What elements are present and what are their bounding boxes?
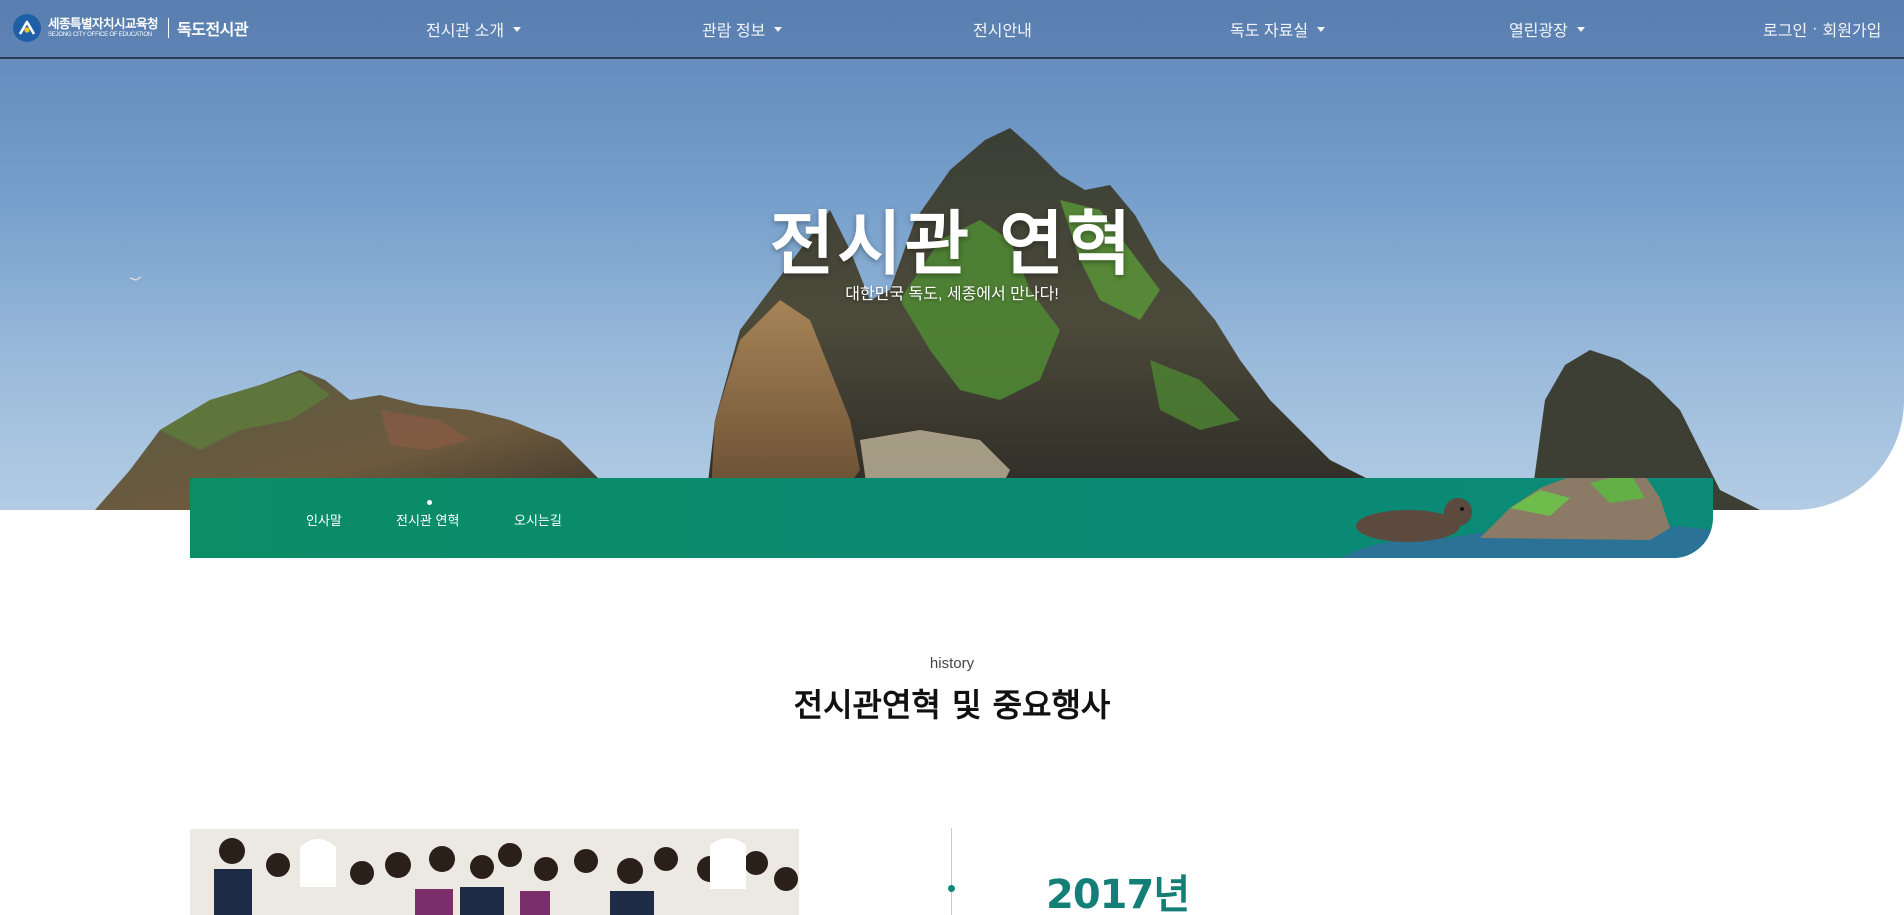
account-links: 로그인 · 회원가입: [1763, 17, 1881, 41]
nav-item-label: 열린광장: [1509, 23, 1568, 40]
group-photo-image: [190, 829, 799, 915]
subnav-item-label: 전시관 연혁: [396, 513, 460, 528]
nav-item-label: 독도 자료실: [1230, 23, 1309, 40]
subnav-item-label: 오시는길: [514, 513, 562, 528]
page-subtitle: 대한민국 독도, 세종에서 만나다!: [845, 286, 1059, 303]
dropdown-caret-icon: [513, 27, 522, 32]
subnav-item-history[interactable]: 전시관 연혁: [396, 510, 459, 529]
nav-item-label: 전시안내: [973, 23, 1032, 40]
logo-divider: [168, 18, 170, 38]
subnav-item-label: 인사말: [306, 513, 342, 528]
section-title: 전시관연혁 및 중요행사: [793, 686, 1111, 724]
dropdown-caret-icon: [1317, 27, 1326, 32]
account-separator: ·: [1812, 20, 1818, 37]
logo-org-korean: 세종특별자치시교육청: [48, 17, 159, 31]
sub-navigation: 인사말 전시관 연혁 오시는길: [190, 478, 1713, 558]
subnav-item-greeting[interactable]: 인사말: [306, 510, 342, 529]
page-title: 전시관 연혁: [769, 203, 1135, 285]
nav-item-exhibition-guide[interactable]: 전시안내: [973, 17, 1032, 41]
timeline-dot-icon: [948, 885, 955, 892]
nav-item-visit-info[interactable]: 관람 정보: [702, 17, 783, 41]
nav-item-dokdo-archive[interactable]: 독도 자료실: [1230, 17, 1326, 41]
logo-org-english: SEJONG CITY OFFICE OF EDUCATION: [48, 32, 152, 38]
signup-link[interactable]: 회원가입: [1823, 17, 1882, 41]
event-group-photo: [190, 829, 799, 915]
site-logo[interactable]: 세종특별자치시교육청 SEJONG CITY OFFICE OF EDUCATI…: [12, 11, 249, 45]
sejong-logo-icon: [13, 14, 41, 42]
logo-org-name: 세종특별자치시교육청 SEJONG CITY OFFICE OF EDUCATI…: [48, 17, 159, 39]
active-dot-icon: [427, 500, 432, 505]
section-eyebrow: history: [929, 655, 975, 672]
nav-item-exhibition-intro[interactable]: 전시관 소개: [426, 17, 522, 41]
nav-item-label: 관람 정보: [702, 23, 766, 40]
dropdown-caret-icon: [774, 27, 783, 32]
nav-item-open-square[interactable]: 열린광장: [1509, 17, 1585, 41]
top-navigation: 세종특별자치시교육청 SEJONG CITY OFFICE OF EDUCATI…: [0, 0, 1904, 59]
subnav-item-directions[interactable]: 오시는길: [514, 510, 562, 529]
nav-item-label: 전시관 소개: [426, 23, 505, 40]
dropdown-caret-icon: [1576, 27, 1585, 32]
timeline-line: [951, 828, 952, 915]
login-link[interactable]: 로그인: [1763, 17, 1807, 41]
logo-site-name: 독도전시관: [177, 22, 249, 39]
timeline-year: 2017년: [1046, 872, 1190, 915]
